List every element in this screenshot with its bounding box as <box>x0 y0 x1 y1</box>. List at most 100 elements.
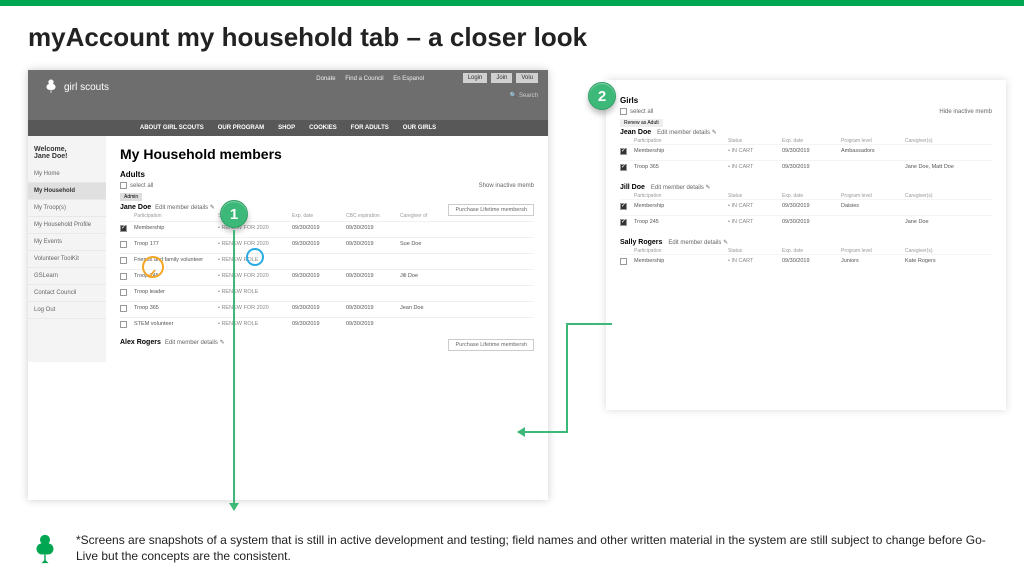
girls-heading: Girls <box>620 96 992 105</box>
donate-link[interactable]: Donate <box>316 76 335 82</box>
edit-member-link[interactable]: Edit member details ✎ <box>165 340 225 346</box>
column-headers: ParticipationStatusExp. dateProgram leve… <box>620 248 992 254</box>
trefoil-icon <box>42 78 60 96</box>
sidebar-item[interactable]: Contact Council <box>28 285 106 302</box>
role-exp-date: 09/30/2019 <box>292 321 342 327</box>
role-checkbox[interactable] <box>120 305 127 312</box>
gs-header: girl scouts Donate Find a Council En Esp… <box>28 70 548 120</box>
select-all-label: select all <box>130 183 153 189</box>
sidebar-item[interactable]: My Home <box>28 166 106 183</box>
role-exp-date: 09/30/2019 <box>782 219 837 225</box>
edit-member-link[interactable]: Edit member details ✎ <box>651 185 711 191</box>
adult-member: Alex RogersEdit member details ✎Purchase… <box>120 339 534 346</box>
gs-top-buttons: Login Join Volu <box>461 73 538 83</box>
welcome-text: Welcome, Jane Doe! <box>28 142 106 166</box>
role-name: Troop 365 <box>634 164 724 170</box>
role-cbc-date: 09/30/2019 <box>346 321 396 327</box>
mainnav-item[interactable]: FOR ADULTS <box>351 125 389 131</box>
sidebar: Welcome, Jane Doe! My HomeMy HouseholdMy… <box>28 136 106 362</box>
member-name: Sally Rogers <box>620 239 662 246</box>
girl-member: Sally Rogers Edit member details ✎ Partic… <box>620 239 992 270</box>
girl-role-row: Membership• IN CART09/30/2019Daisies <box>620 199 992 215</box>
role-name: Troop leader <box>134 289 214 295</box>
sidebar-item[interactable]: GSLearn <box>28 268 106 285</box>
mainnav-item[interactable]: COOKIES <box>309 125 337 131</box>
purchase-lifetime-button[interactable]: Purchase Lifetime membersh <box>448 204 534 216</box>
role-checkbox[interactable] <box>120 273 127 280</box>
role-checkbox[interactable] <box>120 289 127 296</box>
member-name: Jane Doe <box>120 204 151 211</box>
role-row: Friends and family volunteer• RENEW ROLE <box>120 253 534 269</box>
mainnav-item[interactable]: ABOUT GIRL SCOUTS <box>140 125 204 131</box>
column-headers: ParticipationStatusExp. dateProgram leve… <box>620 193 992 199</box>
role-exp-date: 09/30/2019 <box>782 148 837 154</box>
mainnav-item[interactable]: SHOP <box>278 125 295 131</box>
role-checkbox[interactable] <box>620 148 627 155</box>
role-checkbox[interactable] <box>120 321 127 328</box>
edit-member-link[interactable]: Edit member details ✎ <box>668 240 728 246</box>
role-status: • RENEW ROLE <box>218 289 288 295</box>
sidebar-item[interactable]: My Events <box>28 234 106 251</box>
column-headers: ParticipationStatusExp. dateCBC expirati… <box>120 211 448 221</box>
role-checkbox[interactable] <box>620 219 627 226</box>
purchase-lifetime-button[interactable]: Purchase Lifetime membersh <box>448 339 534 351</box>
callout-badge-2: 2 <box>588 82 616 110</box>
role-checkbox[interactable] <box>620 203 627 210</box>
content-area: girl scouts Donate Find a Council En Esp… <box>28 70 1006 516</box>
role-exp-date: 09/30/2019 <box>292 273 342 279</box>
gs-brand-text: girl scouts <box>64 82 109 93</box>
select-all-checkbox[interactable] <box>120 182 127 189</box>
girls-select-all-checkbox[interactable] <box>620 108 627 115</box>
mainnav-item[interactable]: OUR PROGRAM <box>218 125 264 131</box>
login-button[interactable]: Login <box>463 73 488 83</box>
role-checkbox[interactable] <box>120 257 127 264</box>
role-cbc-date: 09/30/2019 <box>346 225 396 231</box>
role-checkbox[interactable] <box>120 225 127 232</box>
member-name: Jill Doe <box>620 184 645 191</box>
sidebar-item[interactable]: Log Out <box>28 302 106 319</box>
role-checkbox[interactable] <box>120 241 127 248</box>
girl-role-row: Troop 365• IN CART09/30/2019Jane Doe, Ma… <box>620 160 992 176</box>
mainnav-item[interactable]: OUR GIRLS <box>403 125 436 131</box>
volunteer-button[interactable]: Volu <box>516 73 538 83</box>
join-button[interactable]: Join <box>491 73 512 83</box>
adults-heading: Adults <box>120 170 534 179</box>
edit-member-link[interactable]: Edit member details ✎ <box>657 130 717 136</box>
girl-member-header: Jill Doe Edit member details ✎ <box>620 184 992 191</box>
sidebar-item[interactable]: My Household Profile <box>28 217 106 234</box>
role-exp-date: 09/30/2019 <box>292 305 342 311</box>
sidebar-item[interactable]: Volunteer ToolKit <box>28 251 106 268</box>
girls-select-all-label: select all <box>630 109 653 115</box>
girl-member-header: Sally Rogers Edit member details ✎ <box>620 239 992 246</box>
role-exp-date: 09/30/2019 <box>782 203 837 209</box>
callout-badge-1: 1 <box>220 200 248 228</box>
role-cbc-date: 09/30/2019 <box>346 273 396 279</box>
find-council-link[interactable]: Find a Council <box>345 76 383 82</box>
role-exp-date: 09/30/2019 <box>292 225 342 231</box>
role-status: • IN CART <box>728 148 778 154</box>
role-exp-date: 09/30/2019 <box>782 258 837 264</box>
role-row: Troop 245• RENEW FOR 202009/30/201909/30… <box>120 269 534 285</box>
role-checkbox[interactable] <box>620 258 627 265</box>
sidebar-item[interactable]: My Troop(s) <box>28 200 106 217</box>
hide-inactive-link[interactable]: Hide inactive memb <box>939 109 992 115</box>
role-status: • IN CART <box>728 258 778 264</box>
role-caregiver: Jill Doe <box>400 273 534 279</box>
girl-role-row: Troop 245• IN CART09/30/2019Jane Doe <box>620 215 992 231</box>
program-level: Juniors <box>841 258 901 264</box>
search-box[interactable]: 🔍 Search <box>510 92 538 99</box>
gs-logo[interactable]: girl scouts <box>42 78 109 96</box>
renew-adult-tag: Renew as Adult <box>620 119 663 127</box>
edit-member-link[interactable]: Edit member details ✎ <box>155 205 215 211</box>
sidebar-item[interactable]: My Household <box>28 183 106 200</box>
role-row: Troop 177• RENEW FOR 202009/30/201909/30… <box>120 237 534 253</box>
program-level: Daisies <box>841 203 901 209</box>
role-status: • IN CART <box>728 164 778 170</box>
role-checkbox[interactable] <box>620 164 627 171</box>
role-name: Membership <box>634 148 724 154</box>
member-name: Alex Rogers <box>120 339 161 346</box>
slide-title: myAccount my household tab – a closer lo… <box>0 6 1024 53</box>
role-name: STEM volunteer <box>134 321 214 327</box>
espanol-link[interactable]: En Espanol <box>393 76 424 82</box>
show-inactive-link[interactable]: Show inactive memb <box>479 183 534 189</box>
